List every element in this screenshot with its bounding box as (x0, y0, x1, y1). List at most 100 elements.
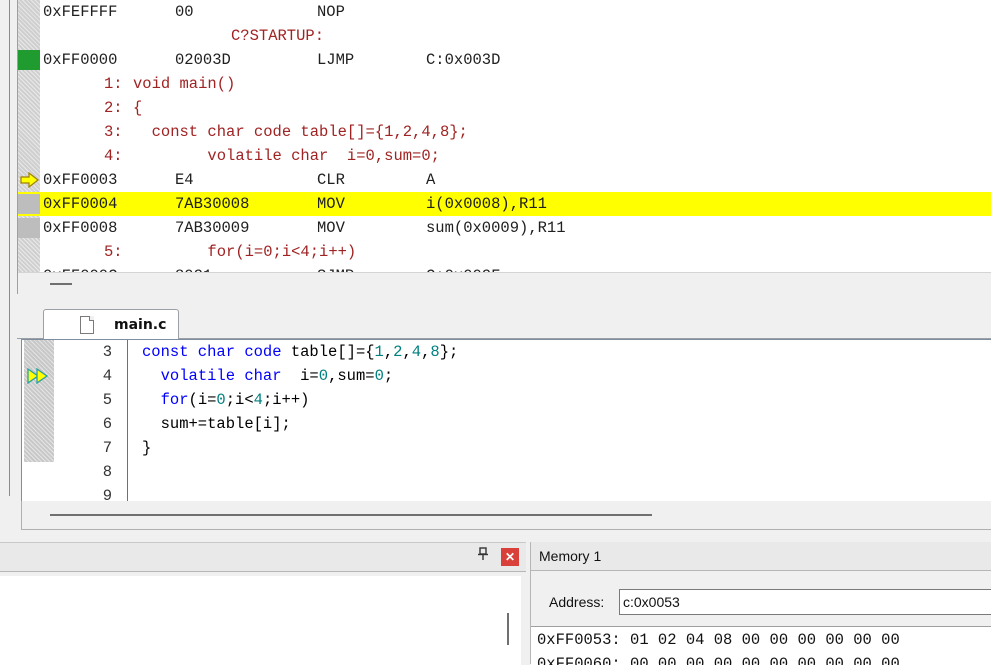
line-number: 8 (102, 463, 112, 481)
code-text: } (142, 436, 151, 460)
line-number: 4 (102, 367, 112, 385)
instruction-address: 0xFF0000 (43, 51, 118, 69)
code-editor[interactable]: 3 const char code table[]={1,2,4,8}; 4 vol… (21, 339, 991, 503)
output-panel: ✕ (0, 542, 526, 665)
memory-title: Memory 1 (539, 548, 602, 564)
code-line[interactable]: 5 for(i=0;i<4;i++) (22, 388, 991, 412)
disassembly-row[interactable]: 4: volatile char i=0,sum=0; (18, 144, 991, 168)
text-token: ;i++) (262, 391, 310, 409)
text-token: ; (383, 367, 394, 385)
number-token: 0 (216, 391, 226, 409)
keyword-token: volatile char (160, 367, 282, 385)
code-text: sum+=table[i]; (142, 412, 291, 436)
current-line-arrow-icon (27, 367, 51, 385)
scrollbar-thumb[interactable] (50, 514, 652, 516)
pin-icon[interactable] (476, 547, 490, 565)
line-number: 6 (102, 415, 112, 433)
instruction-opcode: E4 (175, 171, 194, 189)
disassembly-view[interactable]: 0xFEFFFF 00 NOP C?STARTUP: 0xFF0000 02003D LJM… (17, 0, 991, 294)
disassembly-row[interactable]: 0xFF0003 E4 CLR A (18, 168, 991, 192)
memory-window: Memory 1 Address: 0xFF0053: 01 02 04 08 … (530, 542, 991, 665)
editor-window: main.c 3 const char code table[]={1,2,4,8… (0, 296, 991, 537)
instruction-operand: A (426, 171, 436, 189)
close-icon[interactable]: ✕ (501, 548, 519, 566)
instruction-opcode: 02003D (175, 51, 231, 69)
memory-titlebar: Memory 1 (531, 542, 991, 571)
line-number: 5 (102, 391, 112, 409)
keyword-token: const char code (142, 343, 291, 361)
source-line-text: for(i=0;i<4;i++) (133, 243, 357, 261)
code-text: volatile char i=0,sum=0; (142, 364, 394, 388)
source-line-number: 2: (104, 99, 123, 117)
source-line-text: { (133, 99, 143, 117)
code-label: C?STARTUP: (231, 27, 325, 45)
number-token: 4 (411, 343, 422, 361)
disassembly-row[interactable]: 5: for(i=0;i<4;i++) (18, 240, 991, 264)
instruction-address: 0xFF0008 (43, 219, 118, 237)
code-line[interactable]: 6 sum+=table[i]; (22, 412, 991, 436)
disassembly-rows: 0xFEFFFF 00 NOP C?STARTUP: 0xFF0000 02003D LJM… (18, 0, 991, 288)
breakpoint-marker[interactable] (18, 50, 40, 70)
instruction-opcode: 00 (175, 3, 194, 21)
editor-horizontal-scrollbar[interactable] (21, 501, 991, 530)
disassembly-row[interactable]: 0xFF0000 02003D LJMP C:0x003D (18, 48, 991, 72)
file-icon (80, 316, 94, 334)
tab-label: main.c (114, 317, 167, 333)
disassembly-row[interactable]: 0xFEFFFF 00 NOP (18, 0, 991, 24)
source-line-number: 5: (104, 243, 123, 261)
instruction-address: 0xFF0004 (43, 195, 118, 213)
line-number: 7 (102, 439, 112, 457)
current-instruction-arrow-icon (20, 171, 40, 189)
text-token: table[]={ (290, 343, 375, 361)
code-lines: 3 const char code table[]={1,2,4,8}; 4 vol… (22, 340, 991, 502)
code-line[interactable]: 4 volatile char i=0,sum=0; (22, 364, 991, 388)
instruction-mnemonic: MOV (317, 219, 345, 237)
disassembly-horizontal-scrollbar[interactable] (18, 272, 991, 294)
text-token: }; (439, 343, 459, 361)
panel-titlebar: ✕ (0, 543, 526, 572)
instruction-operand: sum(0x0009),R11 (426, 219, 566, 237)
code-text: const char code table[]={1,2,4,8}; (142, 340, 458, 364)
instruction-operand: i(0x0008),R11 (426, 195, 547, 213)
line-number: 3 (102, 343, 112, 361)
panel-body[interactable] (0, 576, 521, 665)
source-line-text: const char code table[]={1,2,4,8}; (133, 123, 468, 141)
disassembly-row[interactable]: 1: void main() (18, 72, 991, 96)
executed-marker (18, 218, 40, 238)
panel-scrollbar[interactable] (507, 613, 509, 645)
disassembly-row[interactable]: C?STARTUP: (18, 24, 991, 48)
address-input[interactable] (619, 589, 991, 615)
instruction-address: 0xFF0003 (43, 171, 118, 189)
number-token: 0 (318, 367, 329, 385)
text-token: , (383, 343, 394, 361)
number-token: 8 (430, 343, 440, 361)
source-line-number: 4: (104, 147, 123, 165)
instruction-opcode: 7AB30008 (175, 195, 250, 213)
editor-tab-strip: main.c (17, 303, 991, 340)
code-line[interactable]: 7} (22, 436, 991, 460)
instruction-mnemonic: MOV (317, 195, 345, 213)
window-border (9, 0, 10, 296)
instruction-operand: C:0x003D (426, 51, 501, 69)
disassembly-row[interactable]: 0xFF0004 7AB30008 MOV i(0x0008),R11 (18, 192, 991, 216)
disassembly-row[interactable]: 0xFF0008 7AB30009 MOV sum(0x0009),R11 (18, 216, 991, 240)
memory-dump[interactable]: 0xFF0053: 01 02 04 08 00 00 00 00 00 00 … (531, 626, 991, 665)
code-line[interactable]: 3 const char code table[]={1,2,4,8}; (22, 340, 991, 364)
text-token: ,sum= (328, 367, 375, 385)
instruction-mnemonic: LJMP (317, 51, 355, 69)
source-line-text: volatile char i=0,sum=0; (133, 147, 440, 165)
code-line[interactable]: 8 (22, 460, 991, 484)
scrollbar-thumb[interactable] (50, 283, 72, 285)
instruction-address: 0xFEFFFF (43, 3, 118, 21)
number-token: 0 (374, 367, 384, 385)
disassembly-row[interactable]: 3: const char code table[]={1,2,4,8}; (18, 120, 991, 144)
text-token: i= (281, 367, 319, 385)
code-text: for(i=0;i<4;i++) (142, 388, 310, 412)
disassembly-row[interactable]: 2: { (18, 96, 991, 120)
address-label: Address: (549, 594, 605, 610)
instruction-opcode: 7AB30009 (175, 219, 250, 237)
tab-main-c[interactable]: main.c (43, 309, 179, 340)
number-token: 4 (253, 391, 263, 409)
instruction-mnemonic: CLR (317, 171, 345, 189)
source-line-number: 3: (104, 123, 123, 141)
